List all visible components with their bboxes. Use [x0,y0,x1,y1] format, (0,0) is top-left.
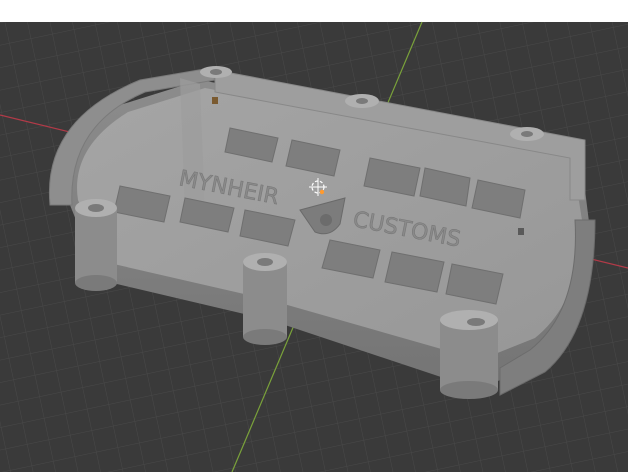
screw-post-front-left[interactable] [75,199,117,291]
viewport-canvas[interactable]: MYNHEIR CUSTOMS [0,0,628,472]
screw-hole-icon [88,204,104,212]
screw-post-back-middle[interactable] [345,94,379,108]
screw-hole-icon [356,98,368,104]
screw-post-front-middle[interactable] [243,253,287,345]
screw-post-back-right[interactable] [510,127,544,141]
corner-mark [518,228,524,235]
3d-viewport[interactable]: MYNHEIR CUSTOMS [0,0,628,472]
screw-hole-icon [210,69,222,75]
screw-hole-icon [257,258,273,266]
screw-hole-icon [521,131,533,137]
origin-gizmo-icon [319,189,325,195]
screw-post-back-left[interactable] [200,66,232,78]
screw-hole-icon [467,318,485,326]
screw-post-front-right[interactable] [440,310,498,399]
